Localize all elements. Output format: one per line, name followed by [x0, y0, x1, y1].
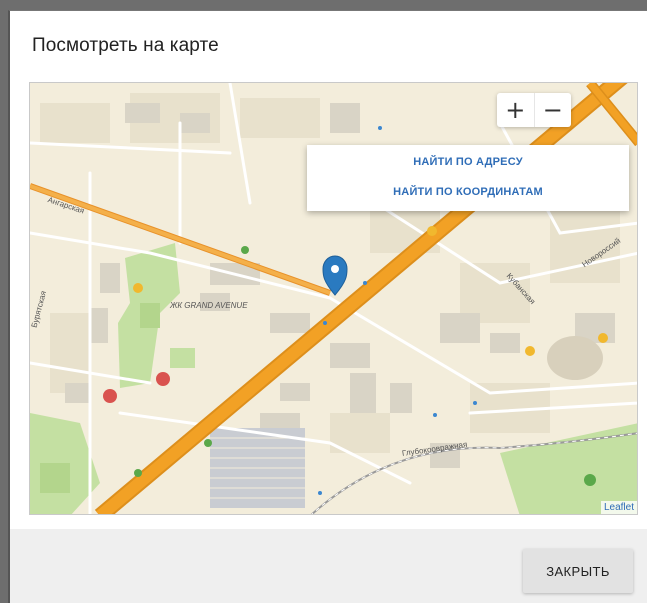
poi-label-grand-avenue: ЖК GRAND AVENUE — [170, 301, 248, 310]
close-button[interactable]: ЗАКРЫТЬ — [523, 549, 633, 593]
map-search-panel: НАЙТИ ПО АДРЕСУ НАЙТИ ПО КООРДИНАТАМ — [307, 145, 629, 211]
search-by-address-button[interactable]: НАЙТИ ПО АДРЕСУ — [307, 156, 629, 168]
zoom-in-button[interactable]: + — [497, 93, 534, 127]
leaflet-attribution-link[interactable]: Leaflet — [600, 501, 637, 514]
zoom-control: + − — [497, 93, 571, 127]
map-dialog: Посмотреть на карте Ангарская Бурятская … — [8, 10, 647, 603]
dialog-title: Посмотреть на карте — [32, 35, 219, 56]
dialog-footer: ЗАКРЫТЬ — [10, 529, 647, 603]
search-by-coordinates-button[interactable]: НАЙТИ ПО КООРДИНАТАМ — [307, 186, 629, 198]
zoom-out-button[interactable]: − — [533, 93, 572, 127]
dialog-header: Посмотреть на карте — [10, 11, 647, 81]
map-view[interactable]: Ангарская Бурятская Кубанская Новороссий… — [29, 82, 638, 515]
